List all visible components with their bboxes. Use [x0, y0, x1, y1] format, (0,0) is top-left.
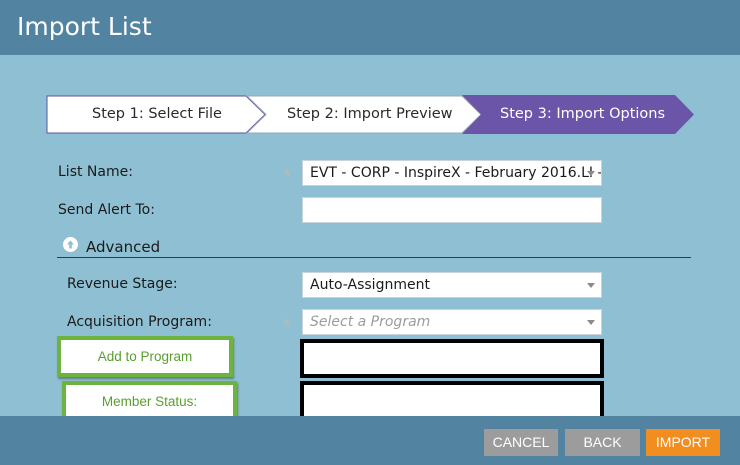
chevron-down-icon — [587, 171, 595, 176]
chevron-down-icon — [587, 320, 595, 325]
revenue-stage-select[interactable]: Auto-Assignment — [302, 272, 602, 298]
list-name-value: EVT - CORP - InspireX - February 2016.LI… — [310, 165, 602, 181]
list-name-select[interactable]: EVT - CORP - InspireX - February 2016.LI… — [302, 160, 602, 186]
required-asterisk-icon: * — [283, 314, 292, 339]
titlebar: Import List — [0, 0, 740, 55]
import-button[interactable]: IMPORT — [646, 429, 720, 456]
revenue-stage-label: Revenue Stage: — [67, 276, 178, 292]
advanced-divider — [57, 257, 691, 258]
revenue-stage-value: Auto-Assignment — [310, 277, 430, 293]
step-3-import-options[interactable]: Step 3: Import Options — [500, 95, 665, 133]
chevron-down-icon — [587, 283, 595, 288]
acquisition-program-select[interactable]: Select a Program — [302, 309, 602, 335]
add-to-program-label: Add to Program — [57, 336, 233, 377]
back-button[interactable]: BACK — [565, 429, 640, 456]
dialog-title: Import List — [17, 12, 152, 41]
send-alert-input[interactable] — [302, 197, 602, 223]
acquisition-program-placeholder: Select a Program — [310, 314, 431, 330]
list-name-label: List Name: — [58, 164, 133, 180]
required-asterisk-icon: * — [283, 164, 292, 189]
send-alert-label: Send Alert To: — [58, 202, 155, 218]
cancel-button[interactable]: CANCEL — [484, 429, 558, 456]
step-1-select-file[interactable]: Step 1: Select File — [92, 95, 222, 133]
add-to-program-field[interactable] — [300, 339, 604, 378]
advanced-toggle[interactable]: Advanced — [86, 238, 160, 256]
acquisition-program-label: Acquisition Program: — [67, 314, 212, 330]
step-2-import-preview[interactable]: Step 2: Import Preview — [287, 95, 453, 133]
arrow-up-circle-icon[interactable] — [63, 237, 78, 252]
